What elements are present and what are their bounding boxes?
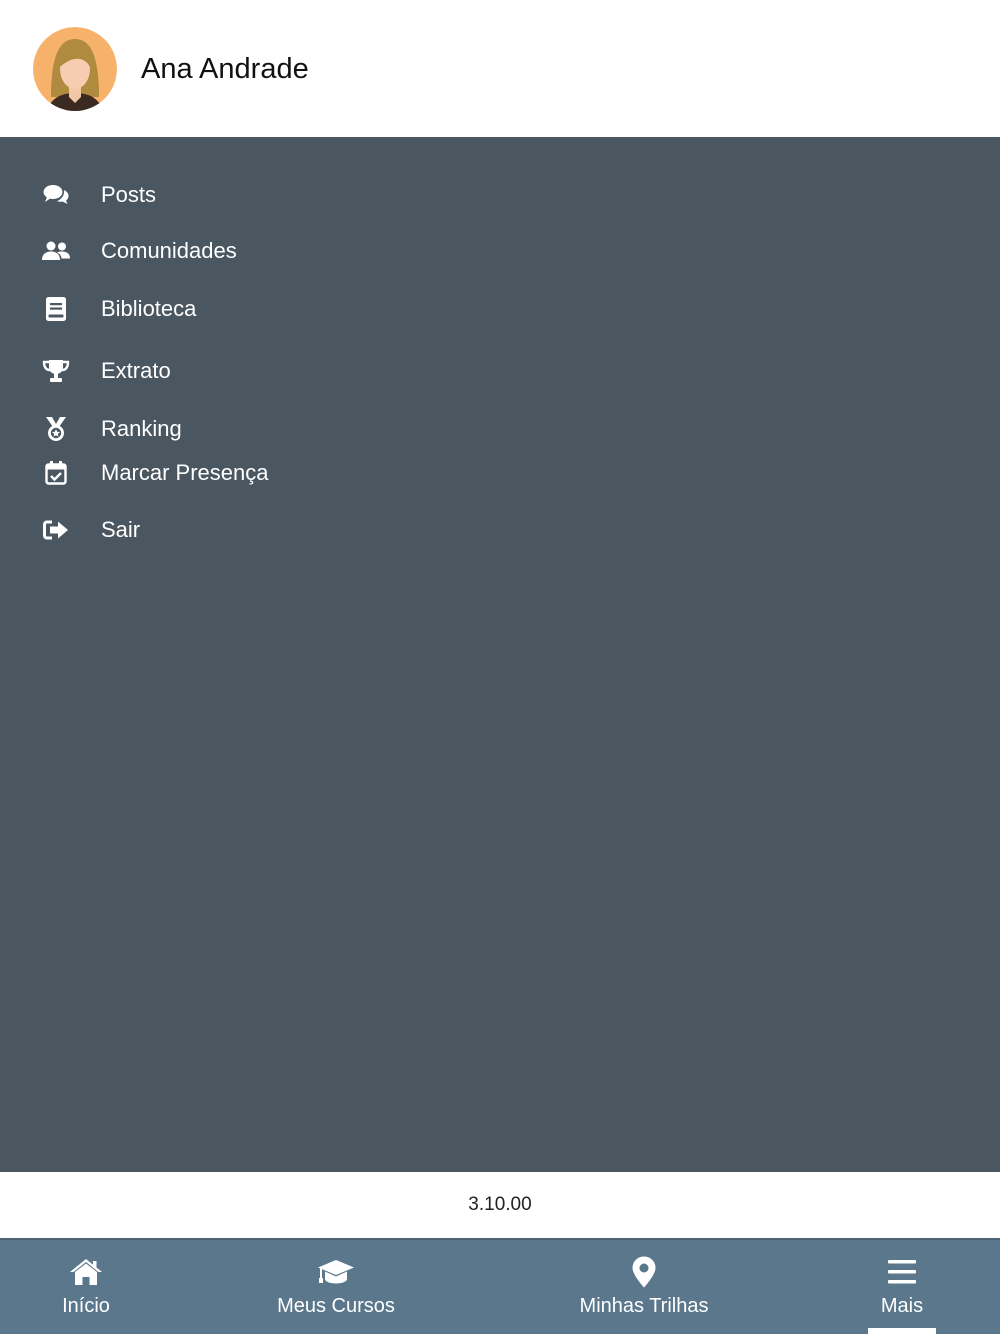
map-marker-icon	[624, 1256, 664, 1288]
active-tab-indicator	[868, 1328, 936, 1334]
nav-item-label: Mais	[880, 1295, 924, 1317]
graduation-cap-icon	[316, 1256, 356, 1288]
nav-item-label: Minhas Trilhas	[579, 1295, 709, 1317]
users-icon	[40, 237, 72, 265]
comments-icon	[40, 181, 72, 209]
menu-item-ranking[interactable]: Ranking	[0, 407, 420, 451]
menu-item-label: Posts	[101, 182, 157, 207]
bottom-nav: Início Meus Cursos Minhas Trilhas Mais	[0, 1238, 1000, 1334]
trophy-icon	[40, 357, 72, 385]
nav-item-label: Meus Cursos	[277, 1295, 395, 1317]
menu-item-label: Marcar Presença	[101, 460, 269, 485]
menu-item-biblioteca[interactable]: Biblioteca	[0, 287, 420, 331]
menu-item-label: Ranking	[101, 416, 182, 441]
menu-item-label: Sair	[101, 517, 141, 542]
menu-item-extrato[interactable]: Extrato	[0, 349, 420, 393]
app-version: 3.10.00	[468, 1194, 532, 1215]
medal-icon	[40, 415, 72, 443]
menu-item-label: Extrato	[101, 358, 171, 383]
nav-item-inicio[interactable]: Início	[26, 1240, 146, 1334]
menu-icon	[882, 1256, 922, 1288]
nav-item-mais[interactable]: Mais	[852, 1240, 952, 1334]
calendar-check-icon	[40, 459, 72, 487]
menu-item-marcar-presenca[interactable]: Marcar Presença	[0, 451, 420, 495]
menu-item-label: Biblioteca	[101, 296, 197, 321]
book-icon	[40, 295, 72, 323]
sign-out-icon	[40, 516, 72, 544]
home-icon	[66, 1256, 106, 1288]
user-name: Ana Andrade	[141, 53, 309, 85]
avatar-illustration	[33, 27, 117, 111]
avatar[interactable]	[33, 27, 117, 111]
nav-item-meus-cursos[interactable]: Meus Cursos	[266, 1240, 406, 1334]
menu-item-label: Comunidades	[101, 238, 237, 263]
nav-item-label: Início	[62, 1295, 110, 1317]
menu-item-comunidades[interactable]: Comunidades	[0, 229, 420, 273]
menu-item-sair[interactable]: Sair	[0, 508, 420, 552]
menu-item-posts[interactable]: Posts	[0, 173, 420, 217]
version-bar: 3.10.00	[0, 1172, 1000, 1238]
profile-header: Ana Andrade	[0, 0, 1000, 137]
nav-item-minhas-trilhas[interactable]: Minhas Trilhas	[564, 1240, 724, 1334]
menu-panel: Posts Comunidades Biblioteca Extrato Ran…	[0, 137, 1000, 1172]
